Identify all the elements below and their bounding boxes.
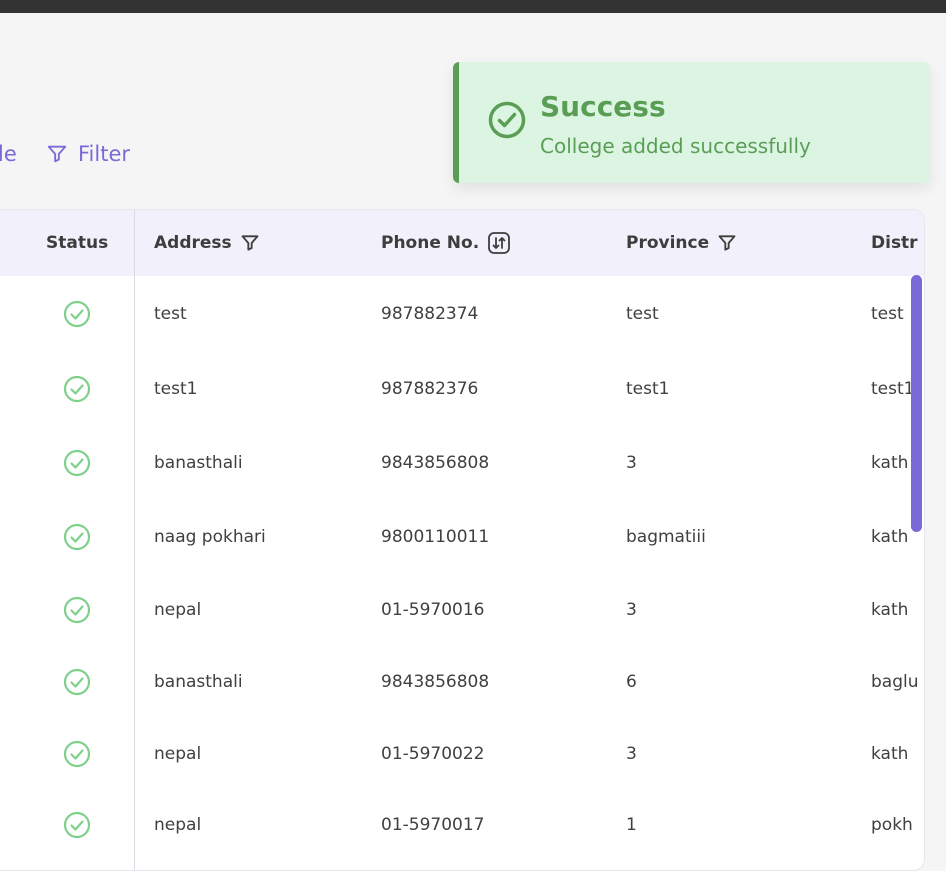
address-cell: naag pokhari [154,527,266,547]
filter-button[interactable]: Filter [46,140,130,168]
column-header-status-label: Status [46,233,109,253]
phone-cell: 9800110011 [381,527,490,547]
phone-cell: 987882374 [381,304,479,324]
filter-icon[interactable] [717,233,737,253]
column-header-address[interactable]: Address [154,210,260,276]
district-cell: pokh [871,815,913,835]
table-row[interactable]: nepal 01-5970022 3 kath [0,734,924,774]
check-circle-icon [488,101,526,139]
address-cell: test [154,304,187,324]
filter-icon[interactable] [240,233,260,253]
status-cell [46,294,108,334]
column-header-phone[interactable]: Phone No. [381,210,511,276]
phone-cell: 01-5970016 [381,600,485,620]
province-cell: bagmatiii [626,527,706,547]
status-cell [46,443,108,483]
column-header-district-label: Distr [871,233,918,253]
phone-cell: 987882376 [381,379,479,399]
address-cell: banasthali [154,672,243,692]
column-header-province-label: Province [626,233,710,253]
province-cell: test1 [626,379,670,399]
column-header-province[interactable]: Province [626,210,737,276]
status-cell [46,369,108,409]
sort-icon[interactable] [487,231,511,255]
status-cell [46,517,108,557]
window-top-bar [0,0,946,13]
table-header: Status Address Phone No. Province Distr [0,210,924,276]
check-circle-icon [63,740,91,768]
status-cell [46,662,108,702]
province-cell: 3 [626,453,637,473]
phone-cell: 9843856808 [381,453,490,473]
success-toast: Success College added successfully [453,62,930,183]
address-cell: nepal [154,744,202,764]
check-circle-icon [63,449,91,477]
table-scrollbar[interactable] [911,275,922,532]
district-cell: kath [871,600,909,620]
toolbar-button-partial-label: le [0,142,17,166]
toolbar-button-partial[interactable]: le [0,140,17,168]
table-row[interactable]: test1 987882376 test1 test1 [0,369,924,409]
status-cell [46,734,108,774]
filter-icon [47,145,67,163]
column-header-address-label: Address [154,233,232,253]
check-circle-icon [63,668,91,696]
address-cell: test1 [154,379,198,399]
table-row[interactable]: nepal 01-5970017 1 pokh [0,805,924,845]
province-cell: test [626,304,659,324]
table-row[interactable]: banasthali 9843856808 6 baglu [0,662,924,702]
district-cell: kath [871,744,909,764]
address-cell: banasthali [154,453,243,473]
column-header-phone-label: Phone No. [381,233,480,253]
colleges-table: Status Address Phone No. Province Distr … [0,209,925,871]
phone-cell: 01-5970022 [381,744,485,764]
check-circle-icon [63,596,91,624]
phone-cell: 01-5970017 [381,815,485,835]
status-cell [46,805,108,845]
province-cell: 6 [626,672,637,692]
table-row[interactable]: test 987882374 test test [0,294,924,334]
check-circle-icon [63,375,91,403]
check-circle-icon [63,523,91,551]
table-row[interactable]: banasthali 9843856808 3 kath [0,443,924,483]
province-cell: 3 [626,600,637,620]
toast-message: College added successfully [540,134,811,158]
province-cell: 1 [626,815,637,835]
district-cell: baglu [871,672,919,692]
column-header-district[interactable]: Distr [871,210,924,276]
status-cell [46,590,108,630]
address-cell: nepal [154,600,202,620]
address-cell: nepal [154,815,202,835]
province-cell: 3 [626,744,637,764]
toast-title: Success [540,90,666,123]
column-header-status[interactable]: Status [46,210,108,276]
filter-button-label: Filter [78,142,131,166]
table-row[interactable]: naag pokhari 9800110011 bagmatiii kath [0,517,924,557]
check-circle-icon [63,300,91,328]
phone-cell: 9843856808 [381,672,490,692]
table-row[interactable]: nepal 01-5970016 3 kath [0,590,924,630]
